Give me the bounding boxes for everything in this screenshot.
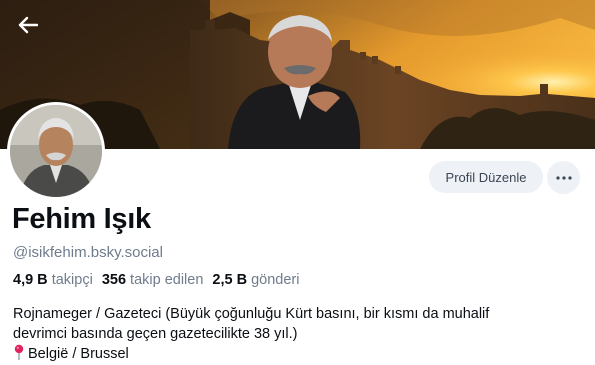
following-label: takip edilen [130,272,204,288]
profile-bio: Rojnameger / Gazeteci (Büyük çoğunluğu K… [13,304,588,364]
display-name: Fehim Işık [12,203,151,235]
avatar-image [10,105,102,197]
posts-stat: 2,5 B gönderi [212,272,299,288]
profile-handle: @isikfehim.bsky.social [13,244,163,261]
avatar[interactable] [7,102,105,200]
followers-count: 4,9 B [13,272,48,288]
bio-location: België / Brussel [13,344,588,364]
following-count: 356 [101,272,127,288]
back-button[interactable] [10,8,46,42]
bio-line: devrimci basında geçen gazetecilikte 38 … [13,326,298,342]
location-text: België / Brussel [28,346,129,362]
more-options-button[interactable] [547,161,580,194]
followers-stat[interactable]: 4,9 B takipçi [13,272,93,288]
ellipsis-icon [555,175,572,180]
following-stat[interactable]: 356 takip edilen [102,272,204,288]
profile-stats: 4,9 B takipçi 356 takip edilen 2,5 B gön… [13,272,299,288]
followers-label: takipçi [51,272,93,288]
posts-label: gönderi [251,272,300,288]
bio-line: Rojnameger / Gazeteci (Büyük çoğunluğu K… [13,306,490,322]
edit-profile-button[interactable]: Profil Düzenle [429,161,543,193]
arrow-left-icon [18,16,38,34]
pin-icon [14,344,24,360]
posts-count: 2,5 B [212,272,248,288]
